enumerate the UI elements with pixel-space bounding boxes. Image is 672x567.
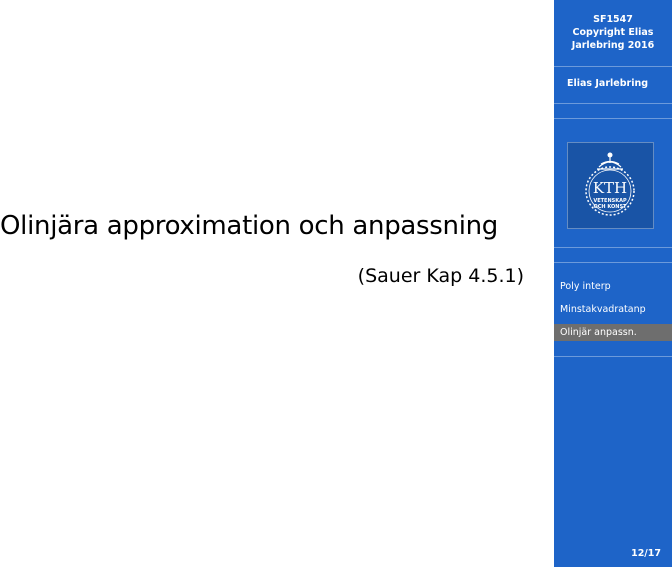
sidebar-divider [554, 66, 672, 67]
nav-item-minstakvadratanp[interactable]: Minstakvadratanp [554, 301, 672, 318]
slide-content: Olinjära approximation och anpassning (S… [0, 0, 554, 567]
sidebar-divider [554, 118, 672, 119]
kth-logo-text: KTH [593, 179, 627, 197]
slide-subtitle: (Sauer Kap 4.5.1) [357, 265, 524, 287]
kth-logo-subtext-2: OCH KONST [594, 204, 628, 210]
sidebar-divider [554, 262, 672, 263]
sidebar-author: Elias Jarlebring [567, 78, 649, 89]
copyright-line-2: Jarlebring 2016 [571, 40, 655, 51]
sidebar-course-info: SF1547 Copyright Elias Jarlebring 2016 [554, 13, 672, 52]
page-number: 12/17 [631, 548, 661, 559]
course-code: SF1547 [593, 14, 633, 25]
nav-item-poly-interp[interactable]: Poly interp [554, 278, 672, 295]
sidebar: SF1547 Copyright Elias Jarlebring 2016 E… [554, 0, 672, 567]
nav-item-olinjar-anpassn[interactable]: Olinjär anpassn. [554, 324, 672, 341]
copyright-line: Copyright Elias [572, 27, 654, 38]
sidebar-divider [554, 356, 672, 357]
sidebar-divider [554, 103, 672, 104]
sidebar-divider [554, 247, 672, 248]
kth-logo-icon: KTH VETENSKAP OCH KONST [567, 142, 654, 229]
slide-title: Olinjära approximation och anpassning [0, 211, 499, 241]
